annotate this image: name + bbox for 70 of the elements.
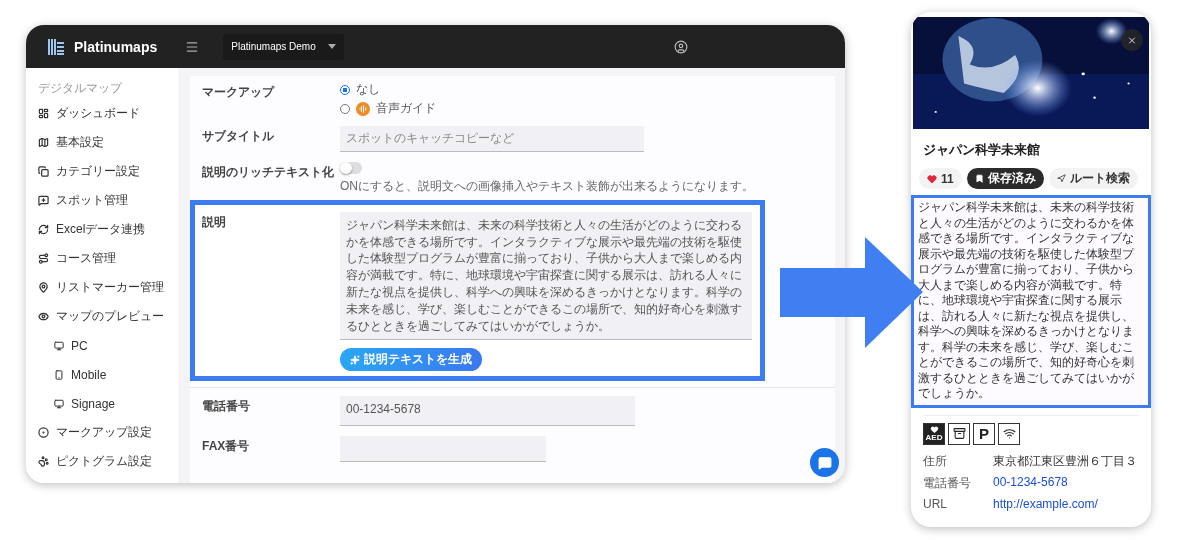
section-label: デジタルマップ <box>38 80 124 97</box>
logo-icon <box>48 38 64 55</box>
field-label: FAX番号 <box>202 438 251 456</box>
description-field[interactable]: ジャパン科学未来館は、未来の科学技術と人々の生活がどのように交わるかを体感できる場所です。インタラクティブな展示や最先端の技術を駆使した体験型プログラムが豊富に揃っており、子供から大人まで楽しめる内容が満載です。特に、地球環境や宇宙探査に関する展示は、訪れる人々に新たな視点を提供し、科学への興味を深めるきっかけとなります。科学の未来を感じ、学び、楽しむことができるこの場所で、知的好奇心を刺激するひとときを過ごしてみてはいかがでしょうか。 <box>340 211 752 341</box>
message-plus-icon <box>38 195 49 206</box>
close-icon <box>1127 34 1137 46</box>
sync-icon <box>38 224 49 235</box>
copy-icon <box>38 166 49 177</box>
menu-icon[interactable] <box>185 39 200 54</box>
dashboard-icon <box>38 108 49 119</box>
eye-icon <box>38 311 49 322</box>
radio-button[interactable] <box>340 84 350 95</box>
field-label: 電話番号 <box>202 398 251 416</box>
monitor-icon <box>54 340 64 351</box>
phone-field[interactable]: 00-1234-5678 <box>340 396 635 427</box>
like-button[interactable]: 11 <box>919 168 962 189</box>
field-label: マークアップ <box>202 84 276 101</box>
circle-dot-icon <box>38 427 49 438</box>
sidebar-item[interactable]: スポット管理 <box>38 186 178 215</box>
info-label: 電話番号 <box>923 474 972 492</box>
paw-icon <box>38 456 49 467</box>
field-label: サブタイトル <box>202 128 275 145</box>
sparkle-icon <box>350 354 360 365</box>
toggle-switch[interactable] <box>340 161 362 174</box>
route-icon <box>38 253 49 264</box>
sidebar-item[interactable]: Signage <box>38 389 178 418</box>
chat-icon <box>817 455 832 470</box>
hint-text: ONにすると、説明文への画像挿入やテキスト装飾が出来るようになります。 <box>340 177 755 195</box>
audio-guide-icon <box>356 101 370 116</box>
wifi-icon <box>1002 427 1016 440</box>
sidebar-item[interactable]: ピクトグラム設定 <box>38 447 178 476</box>
info-link[interactable]: http://example.com/ <box>993 496 1098 511</box>
bookmark-icon <box>974 174 984 183</box>
sidebar-item[interactable]: リストマーカー管理 <box>38 273 178 302</box>
sidebar-item[interactable]: ダッシュボード <box>38 99 178 128</box>
spot-title: ジャパン科学未来館 <box>923 141 1041 159</box>
info-label: 住所 <box>923 452 948 470</box>
sidebar-item[interactable]: カテゴリー設定 <box>38 157 178 186</box>
smartphone-icon <box>54 369 64 380</box>
sidebar-item[interactable]: コース管理 <box>38 244 178 273</box>
sidebar-item[interactable]: Mobile <box>38 360 178 389</box>
navigation-icon <box>1056 174 1066 183</box>
heart-icon <box>929 425 939 434</box>
field-label: 説明のリッチテキスト化 <box>202 163 335 181</box>
caret-icon <box>327 44 336 49</box>
radio-button[interactable] <box>340 103 350 114</box>
sidebar-item[interactable]: マークアップ設定 <box>38 418 178 447</box>
pin-icon <box>38 282 49 293</box>
aed-pictogram: AED <box>923 422 945 445</box>
save-button[interactable]: 保存済み <box>966 168 1044 189</box>
info-link[interactable]: 00-1234-5678 <box>993 474 1068 492</box>
fax-field[interactable] <box>340 436 546 463</box>
option-label: 音声ガイド <box>376 100 436 117</box>
box-icon <box>952 427 966 440</box>
parking-pictogram: P <box>973 422 995 445</box>
map-icon <box>38 137 49 148</box>
project-select[interactable]: Platinumaps Demo <box>223 33 344 60</box>
account-icon[interactable] <box>673 39 688 54</box>
heart-icon <box>927 173 937 184</box>
sidebar-item[interactable]: PC <box>38 331 178 360</box>
option-label: なし <box>356 81 380 98</box>
info-value: 東京都江東区豊洲６丁目３ <box>993 452 1137 470</box>
monitor-icon <box>54 398 64 409</box>
app-logo: Platinumaps <box>74 38 158 55</box>
sidebar-item[interactable]: 基本設定 <box>38 128 178 157</box>
info-label: URL <box>923 496 948 511</box>
field-label: 説明 <box>202 213 227 231</box>
sidebar-item[interactable]: マップのプレビュー <box>38 302 178 331</box>
route-button[interactable]: ルート検索 <box>1048 168 1138 189</box>
sidebar-item[interactable]: Excelデータ連携 <box>38 215 178 244</box>
